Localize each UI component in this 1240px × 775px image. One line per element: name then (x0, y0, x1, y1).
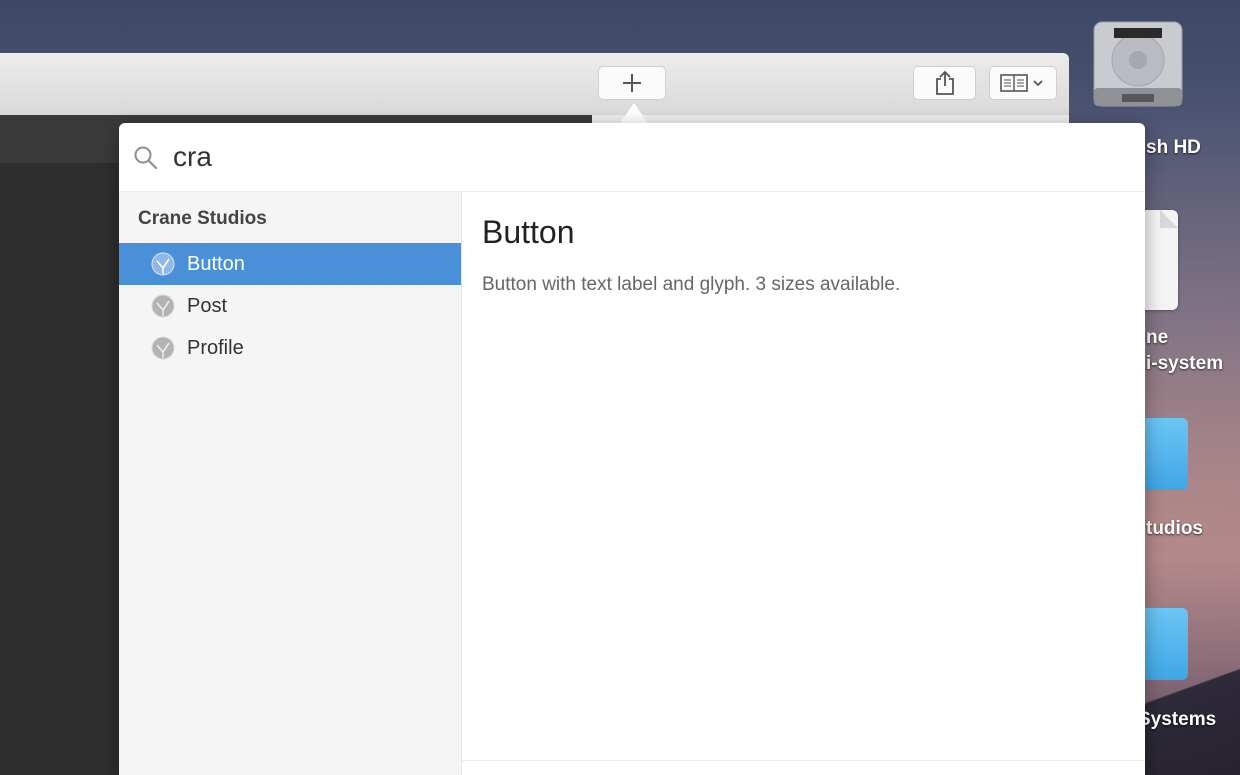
popover-arrow (620, 103, 648, 123)
detail-pane: Button Button with text label and glyph.… (462, 192, 1145, 775)
component-icon (151, 294, 175, 318)
search-input[interactable] (173, 137, 1073, 177)
add-button[interactable] (598, 66, 666, 100)
desktop-icon-label[interactable]: Systems (1138, 709, 1216, 731)
group-title: Crane Studios (138, 208, 267, 229)
divider (462, 760, 1145, 761)
search-icon (134, 146, 158, 170)
plus-icon (623, 74, 641, 92)
toolbar (0, 53, 1069, 116)
document-icon[interactable] (1140, 210, 1178, 310)
hard-disk-icon[interactable] (1090, 18, 1186, 114)
result-item-label: Profile (187, 336, 244, 359)
detail-description: Button with text label and glyph. 3 size… (482, 274, 901, 295)
reader-view-button[interactable] (989, 66, 1057, 100)
result-item-label: Post (187, 294, 228, 317)
result-item-profile[interactable]: Profile (119, 327, 461, 369)
reader-view-icon (1000, 74, 1043, 92)
folder-icon[interactable] (1140, 608, 1188, 680)
share-icon (935, 70, 954, 95)
component-icon (151, 252, 175, 276)
component-icon (151, 336, 175, 360)
page-content-strip (592, 115, 1069, 123)
results-sidebar: Crane Studios Button Post Profile (119, 192, 462, 775)
result-item-label: Button (187, 252, 245, 275)
result-item-button[interactable]: Button (119, 243, 461, 285)
desktop-icon-label[interactable]: i-system (1146, 353, 1223, 375)
desktop-icon-label[interactable]: sh HD (1146, 137, 1201, 159)
insert-popover: Crane Studios Button Post Profi (119, 123, 1145, 775)
desktop-icon-label[interactable]: ne (1146, 327, 1168, 349)
share-button[interactable] (913, 66, 976, 100)
detail-title: Button (482, 214, 575, 250)
result-item-post[interactable]: Post (119, 285, 461, 327)
desktop-icon-label[interactable]: tudios (1146, 518, 1203, 540)
folder-icon[interactable] (1140, 418, 1188, 490)
search-bar (119, 123, 1145, 192)
